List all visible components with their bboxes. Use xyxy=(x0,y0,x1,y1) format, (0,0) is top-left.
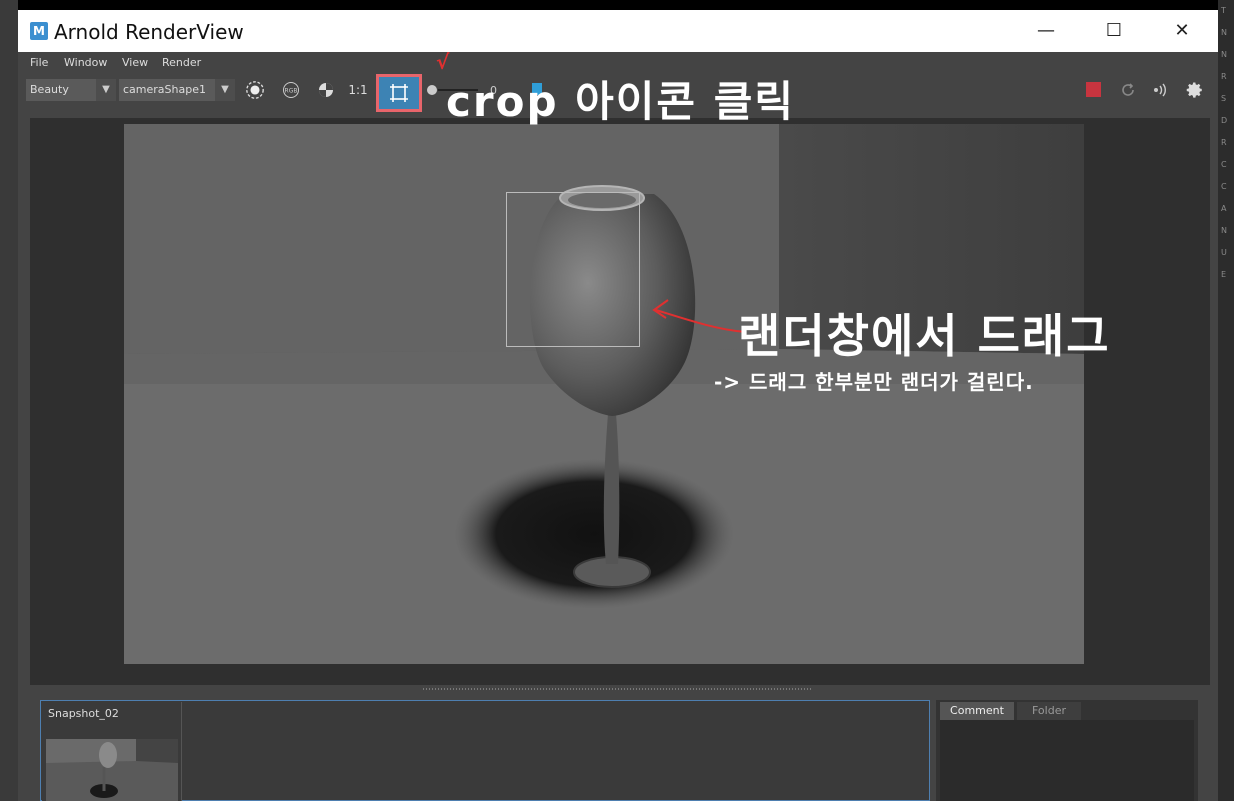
strip-letter: S xyxy=(1221,94,1227,103)
svg-text:RGB: RGB xyxy=(285,88,298,95)
close-button[interactable]: ✕ xyxy=(1164,16,1200,44)
checker-bg-icon[interactable] xyxy=(316,80,336,100)
chevron-down-icon: ▼ xyxy=(215,79,235,101)
refresh-icon[interactable] xyxy=(1118,80,1138,100)
strip-letter: T xyxy=(1221,6,1226,15)
crop-region-box[interactable] xyxy=(506,192,640,347)
strip-letter: R xyxy=(1221,138,1227,147)
aov-dropdown-value: Beauty xyxy=(30,83,69,96)
maya-app-icon: M xyxy=(30,22,48,40)
ipr-refresh-icon[interactable] xyxy=(245,80,265,100)
strip-letter: N xyxy=(1221,226,1227,235)
strip-letter: N xyxy=(1221,50,1227,59)
ratio-toggle[interactable]: 1:1 xyxy=(348,80,368,100)
title-bar[interactable]: M Arnold RenderView — ☐ ✕ xyxy=(18,10,1218,52)
strip-letter: A xyxy=(1221,204,1227,213)
annotation-crop-instruction: crop 아이콘 클릭 xyxy=(446,77,795,126)
snapshot-thumbnail[interactable] xyxy=(46,739,178,801)
strip-letter: D xyxy=(1221,116,1228,125)
background-strip-left xyxy=(0,0,18,801)
camera-dropdown[interactable]: cameraShape1 ▼ xyxy=(119,79,235,101)
background-strip-right: T N N R S D R C C A N U E xyxy=(1218,0,1234,801)
strip-letter: U xyxy=(1221,248,1227,257)
broadcast-icon[interactable] xyxy=(1152,80,1172,100)
strip-letter: N xyxy=(1221,28,1227,37)
camera-dropdown-value: cameraShape1 xyxy=(123,83,206,96)
chevron-down-icon: ▼ xyxy=(96,79,116,101)
strip-letter: C xyxy=(1221,160,1227,169)
menu-view[interactable]: View xyxy=(122,56,148,69)
annotation-drag-description: -> 드래그 한부분만 랜더가 걸린다. xyxy=(714,370,1034,394)
renderview-window: M Arnold RenderView — ☐ ✕ File Window Vi… xyxy=(18,10,1218,801)
strip-letter: R xyxy=(1221,72,1227,81)
snapshot-label: Snapshot_02 xyxy=(48,707,119,720)
strip-letter: E xyxy=(1221,270,1227,279)
aov-dropdown[interactable]: Beauty ▼ xyxy=(26,79,116,101)
comment-textarea[interactable] xyxy=(940,720,1194,801)
minimize-button[interactable]: — xyxy=(1028,16,1064,44)
strip-letter: C xyxy=(1221,182,1227,191)
panel-splitter[interactable] xyxy=(423,688,813,690)
tab-folder[interactable]: Folder xyxy=(1017,702,1081,720)
menu-file[interactable]: File xyxy=(30,56,48,69)
crop-region-button[interactable] xyxy=(376,74,422,112)
crop-icon xyxy=(390,84,408,102)
annotation-arrow xyxy=(652,299,747,333)
window-title: Arnold RenderView xyxy=(54,20,244,44)
maximize-button[interactable]: ☐ xyxy=(1096,16,1132,44)
tab-comment[interactable]: Comment xyxy=(940,702,1014,720)
menu-render[interactable]: Render xyxy=(162,56,201,69)
gear-icon[interactable] xyxy=(1185,80,1205,100)
rgb-channel-icon[interactable]: RGB xyxy=(281,80,301,100)
annotation-drag-instruction: 랜더창에서 드래그 xyxy=(738,309,1111,363)
stop-render-button[interactable] xyxy=(1086,82,1101,97)
menu-window[interactable]: Window xyxy=(64,56,107,69)
